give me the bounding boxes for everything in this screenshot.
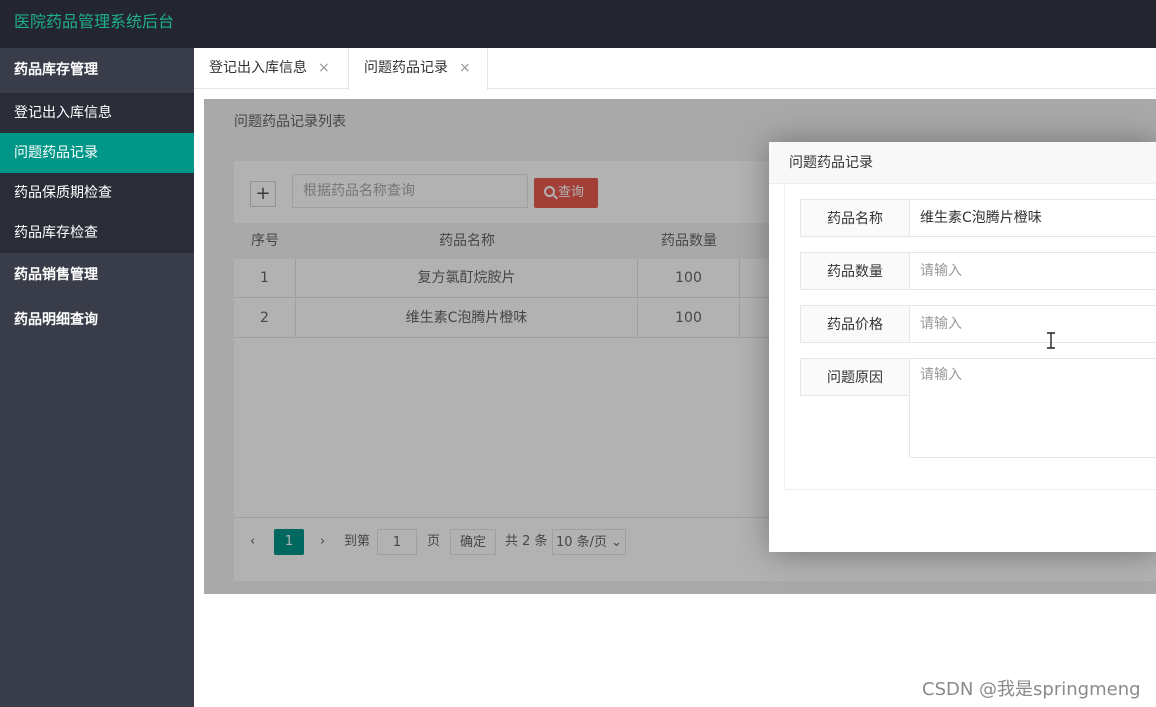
field-label-drug-name: 药品名称 — [800, 199, 910, 237]
close-icon[interactable]: × — [318, 48, 330, 89]
problem-record-dialog: 问题药品记录 药品名称 维生素C泡腾片橙味 药品数量 请输入 药品价格 请输入 … — [769, 142, 1156, 552]
app-title[interactable]: 医院药品管理系统后台 — [14, 8, 174, 32]
close-icon[interactable]: × — [459, 48, 471, 89]
sidebar-item-problem-records[interactable]: 问题药品记录 — [0, 133, 194, 173]
drug-name-input[interactable]: 维生素C泡腾片橙味 — [909, 199, 1156, 237]
sidebar-item-register-io[interactable]: 登记出入库信息 — [0, 93, 194, 133]
sidebar-group-inventory[interactable]: 药品库存管理 — [0, 48, 194, 93]
tab-label: 登记出入库信息 — [209, 60, 307, 76]
field-label-price: 药品价格 — [800, 305, 910, 343]
field-label-reason: 问题原因 — [800, 358, 910, 396]
top-header: 医院药品管理系统后台 — [0, 0, 1156, 48]
tab-register-io[interactable]: 登记出入库信息 × — [194, 48, 348, 89]
tab-bar: 登记出入库信息 × 问题药品记录 × — [194, 48, 1156, 90]
sidebar-submenu: 登记出入库信息 问题药品记录 药品保质期检查 药品库存检查 — [0, 93, 194, 253]
sidebar-group-details[interactable]: 药品明细查询 — [0, 298, 194, 343]
sidebar-item-stock-check[interactable]: 药品库存检查 — [0, 213, 194, 253]
sidebar-item-expiry-check[interactable]: 药品保质期检查 — [0, 173, 194, 213]
text-cursor-icon — [1047, 332, 1055, 349]
quantity-input[interactable]: 请输入 — [909, 252, 1156, 290]
tab-label: 问题药品记录 — [364, 60, 448, 76]
watermark: CSDN @我是springmeng — [922, 679, 1141, 700]
sidebar-group-sales[interactable]: 药品销售管理 — [0, 253, 194, 298]
field-label-quantity: 药品数量 — [800, 252, 910, 290]
dialog-form: 药品名称 维生素C泡腾片橙味 药品数量 请输入 药品价格 请输入 问题原因 请输… — [784, 184, 1156, 490]
reason-textarea[interactable]: 请输入 — [909, 358, 1156, 458]
sidebar: 药品库存管理 登记出入库信息 问题药品记录 药品保质期检查 药品库存检查 药品销… — [0, 48, 194, 707]
price-input[interactable]: 请输入 — [909, 305, 1156, 343]
dialog-title[interactable]: 问题药品记录 — [769, 142, 1156, 184]
tab-problem-records[interactable]: 问题药品记录 × — [348, 48, 488, 90]
